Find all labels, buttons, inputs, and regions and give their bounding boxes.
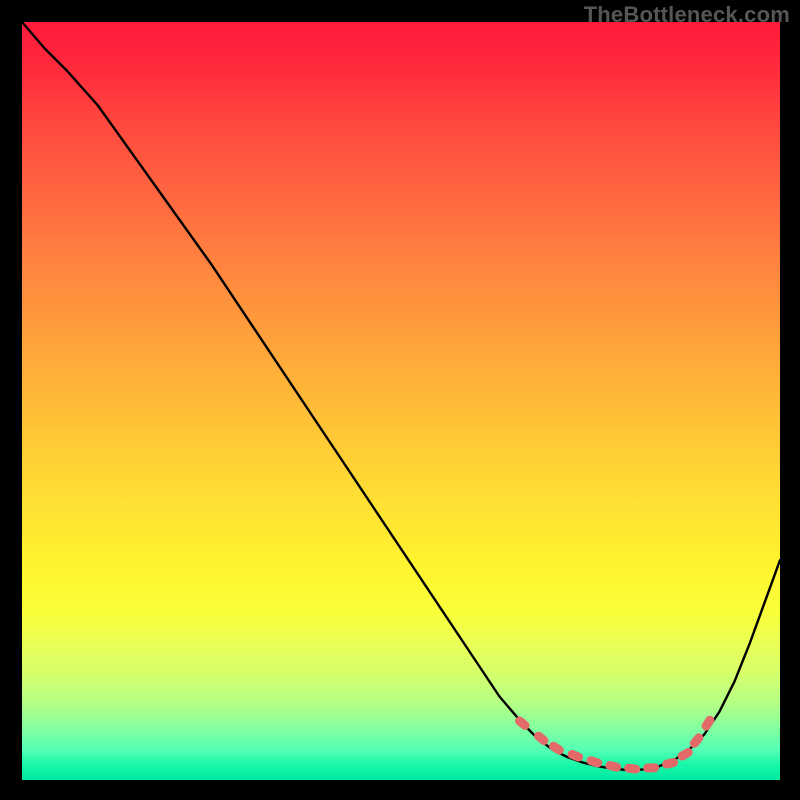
plot-area <box>22 22 780 780</box>
marker-dot <box>624 763 641 774</box>
marker-dot <box>700 714 716 732</box>
curve-svg <box>22 22 780 780</box>
marker-dot <box>604 760 622 772</box>
chart-stage: TheBottleneck.com <box>0 0 800 800</box>
bottleneck-curve <box>22 22 780 770</box>
marker-dot <box>532 730 550 747</box>
marker-dot <box>643 763 659 773</box>
highlight-dots <box>513 714 716 774</box>
watermark-text: TheBottleneck.com <box>584 2 790 28</box>
